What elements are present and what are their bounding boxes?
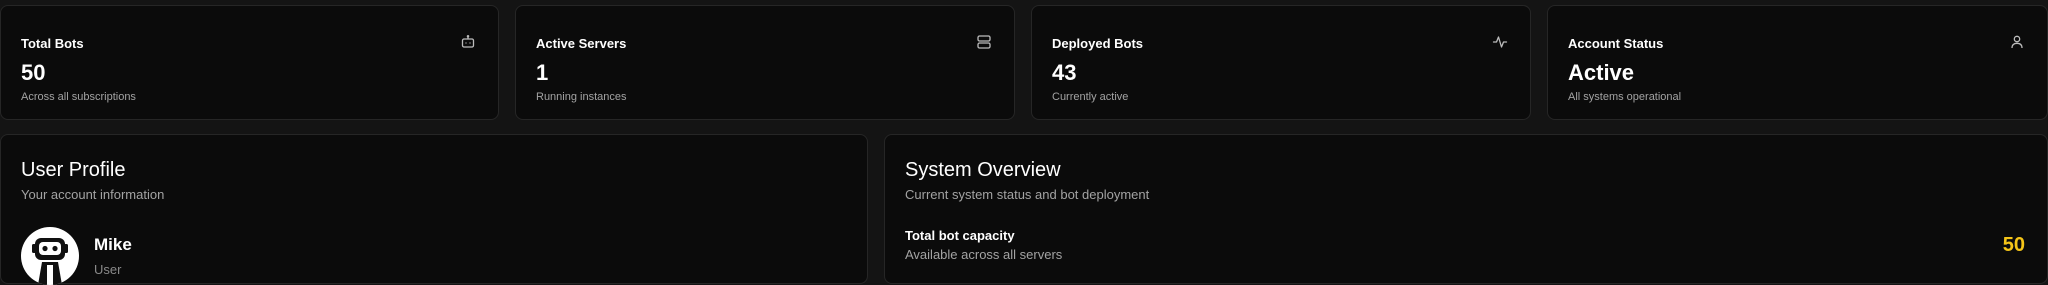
- capacity-subtitle: Available across all servers: [905, 247, 1063, 262]
- stat-title: Deployed Bots: [1052, 36, 1144, 51]
- stat-card-active-servers: Active Servers 1 Running instances: [515, 5, 1015, 120]
- avatar: [21, 227, 79, 285]
- server-icon: [977, 35, 991, 49]
- stat-subtitle: Running instances: [536, 91, 627, 103]
- bot-icon: [461, 34, 475, 48]
- stat-subtitle: Across all subscriptions: [21, 91, 136, 103]
- user-name: Mike: [94, 235, 132, 254]
- stat-card-deployed-bots: Deployed Bots 43 Currently active: [1031, 5, 1531, 120]
- stat-subtitle: Currently active: [1052, 91, 1129, 103]
- stat-subtitle: All systems operational: [1568, 91, 1682, 103]
- capacity-value: 50: [2002, 234, 2025, 256]
- panel-title: System Overview: [905, 159, 1061, 181]
- stat-value: Active: [1568, 60, 1635, 85]
- stat-title: Account Status: [1568, 36, 1664, 51]
- system-overview-card: System Overview Current system status an…: [884, 134, 2048, 284]
- stat-title: Total Bots: [21, 36, 84, 51]
- stat-card-account-status: Account Status Active All systems operat…: [1547, 5, 2048, 120]
- panel-subtitle: Your account information: [21, 187, 165, 202]
- capacity-label: Total bot capacity: [905, 228, 1015, 243]
- stat-card-total-bots: Total Bots 50 Across all subscriptions: [0, 5, 499, 120]
- panel-title: User Profile: [21, 159, 126, 181]
- activity-icon: [1492, 36, 1508, 48]
- stat-title: Active Servers: [536, 36, 627, 51]
- stat-value: 43: [1052, 60, 1077, 85]
- panel-subtitle: Current system status and bot deployment: [905, 187, 1150, 202]
- stat-value: 1: [536, 60, 549, 85]
- robot-avatar-icon: [32, 238, 68, 285]
- stat-value: 50: [21, 60, 46, 85]
- user-icon: [2011, 35, 2023, 49]
- user-profile-card: User Profile Your account information Mi…: [0, 134, 868, 285]
